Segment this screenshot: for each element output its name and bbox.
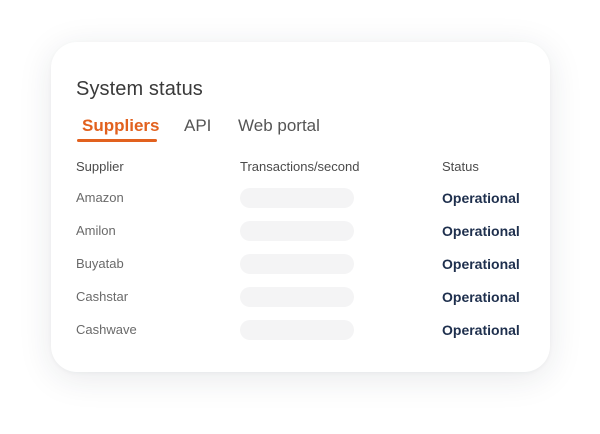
column-header-supplier: Supplier <box>76 159 124 174</box>
tab-web-portal[interactable]: Web portal <box>238 115 320 137</box>
supplier-name: Cashstar <box>76 289 129 304</box>
status-value: Operational <box>442 256 520 272</box>
transactions-placeholder-bar <box>240 254 354 274</box>
transactions-placeholder-bar <box>240 188 354 208</box>
system-status-card: System status Suppliers API Web portal S… <box>51 42 550 372</box>
supplier-name: Buyatab <box>76 256 124 271</box>
active-tab-indicator <box>77 139 157 142</box>
status-value: Operational <box>442 190 520 206</box>
tab-api[interactable]: API <box>184 115 211 137</box>
table-row: Cashwave Operational <box>51 320 550 344</box>
transactions-placeholder-bar <box>240 287 354 307</box>
transactions-placeholder-bar <box>240 320 354 340</box>
column-header-transactions: Transactions/second <box>240 159 360 174</box>
supplier-name: Cashwave <box>76 322 137 337</box>
status-value: Operational <box>442 223 520 239</box>
tab-suppliers[interactable]: Suppliers <box>82 115 159 137</box>
table-row: Amilon Operational <box>51 221 550 245</box>
column-header-status: Status <box>442 159 479 174</box>
table-row: Cashstar Operational <box>51 287 550 311</box>
supplier-name: Amilon <box>76 223 116 238</box>
table-row: Amazon Operational <box>51 188 550 212</box>
table-row: Buyatab Operational <box>51 254 550 278</box>
card-title: System status <box>76 78 203 100</box>
status-value: Operational <box>442 322 520 338</box>
tab-bar: Suppliers API Web portal <box>76 115 526 145</box>
status-value: Operational <box>442 289 520 305</box>
supplier-name: Amazon <box>76 190 124 205</box>
transactions-placeholder-bar <box>240 221 354 241</box>
